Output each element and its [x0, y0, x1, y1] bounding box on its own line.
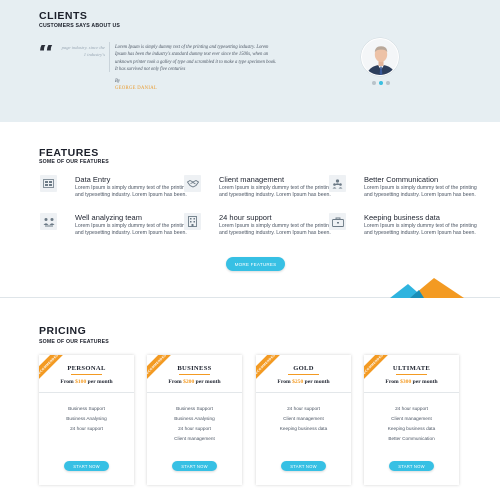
plan-feature: 24 hour support: [287, 406, 320, 411]
feature-title: Keeping business data: [364, 213, 440, 222]
plan-feature: Client management: [283, 416, 324, 421]
start-now-button[interactable]: START NOW: [389, 461, 434, 471]
pricing-title: PRICING: [39, 325, 87, 337]
quote-icon: “: [38, 45, 56, 65]
features-title: FEATURES: [39, 147, 99, 159]
team-icon: [40, 213, 57, 230]
previous-testimonial-fragment: page industry. since the 1 industry's: [61, 45, 105, 58]
plan-price: From $250 per month: [256, 379, 351, 385]
plan-price: From $300 per month: [364, 379, 459, 385]
price-amount: $200: [183, 379, 195, 385]
plan-separator: [364, 392, 459, 393]
carousel-dot-active[interactable]: [379, 81, 383, 85]
plan-feature: Business Analysing: [174, 416, 215, 421]
feature-well-analyzing-team: Well analyzing team Lorem Ipsum is simpl…: [40, 213, 190, 245]
price-period-label: per month: [412, 379, 438, 385]
feature-24-hour-support: 24 hour support Lorem Ipsum is simply du…: [184, 213, 334, 245]
pricing-card-gold: RECOMMENDED GOLD From $250 per month 24 …: [256, 355, 351, 485]
plan-feature: Business Support: [176, 406, 213, 411]
feature-title: Data Entry: [75, 175, 111, 184]
plan-feature: Client management: [391, 416, 432, 421]
feature-description: Lorem Ipsum is simply dummy text of the …: [75, 223, 188, 236]
handshake-icon: [184, 175, 201, 192]
plan-name: GOLD: [293, 365, 314, 372]
feature-description: Lorem Ipsum is simply dummy text of the …: [75, 185, 188, 198]
price-from-label: From: [277, 379, 291, 385]
building-icon: [184, 213, 201, 230]
client-avatar: [361, 38, 399, 76]
plan-feature: Keeping business data: [387, 426, 436, 431]
mountains-decoration-icon: [390, 278, 464, 298]
price-from-label: From: [60, 379, 74, 385]
pricing-subtitle: SOME OF OUR FEATURES: [39, 339, 109, 345]
feature-title: 24 hour support: [219, 213, 272, 222]
price-period-label: per month: [87, 379, 113, 385]
plan-feature: Business Support: [68, 406, 105, 411]
plan-separator: [147, 392, 242, 393]
price-period-label: per month: [195, 379, 221, 385]
pricing-card-business: RECOMMENDED BUSINESS From $200 per month…: [147, 355, 242, 485]
feature-title: Better Communication: [364, 175, 439, 184]
plan-feature: Keeping business data: [279, 426, 328, 431]
pricing-card-ultimate: RECOMMENDED ULTIMATE From $300 per month…: [364, 355, 459, 485]
plan-name: ULTIMATE: [392, 365, 431, 372]
person-portrait-icon: [362, 39, 398, 75]
feature-data-entry: Data Entry Lorem Ipsum is simply dummy t…: [40, 175, 190, 207]
plan-name-underline: [396, 374, 427, 376]
plan-separator: [39, 392, 134, 393]
plan-name: BUSINESS: [177, 365, 212, 372]
start-now-button[interactable]: START NOW: [172, 461, 217, 471]
plan-name: PERSONAL: [67, 365, 106, 372]
start-now-button[interactable]: START NOW: [64, 461, 109, 471]
price-amount: $250: [292, 379, 304, 385]
people-icon: [329, 175, 346, 192]
plan-feature: Business Analysing: [66, 416, 107, 421]
plan-price: From $100 per month: [39, 379, 134, 385]
clients-subtitle: CUSTOMERS SAYS ABOUT US: [39, 23, 121, 29]
plan-feature: Client management: [174, 436, 215, 441]
price-amount: $100: [75, 379, 87, 385]
feature-client-management: Client management Lorem Ipsum is simply …: [184, 175, 334, 207]
price-from-label: From: [385, 379, 399, 385]
testimonial-author: GEORGE DANIAL: [115, 86, 158, 91]
feature-title: Client management: [219, 175, 285, 184]
plan-feature: Better Communication: [388, 436, 435, 441]
quote-divider: [109, 42, 110, 72]
carousel-dot[interactable]: [386, 81, 390, 85]
feature-better-communication: Better Communication Lorem Ipsum is simp…: [329, 175, 479, 207]
feature-description: Lorem Ipsum is simply dummy text of the …: [219, 185, 332, 198]
feature-description: Lorem Ipsum is simply dummy text of the …: [364, 223, 477, 236]
testimonial-text: Lorem Ipsum is simply dummy text of the …: [115, 45, 277, 72]
plan-feature: 24 hour support: [395, 406, 428, 411]
plan-price: From $200 per month: [147, 379, 242, 385]
more-features-button[interactable]: MORE FEATURES: [226, 257, 285, 271]
price-from-label: From: [168, 379, 182, 385]
plan-feature: 24 hour support: [178, 426, 211, 431]
clients-title: CLIENTS: [39, 10, 88, 22]
plan-name-underline: [288, 374, 319, 376]
feature-description: Lorem Ipsum is simply dummy text of the …: [364, 185, 477, 198]
plan-separator: [256, 392, 351, 393]
database-icon: [40, 175, 57, 192]
feature-keeping-business-data: Keeping business data Lorem Ipsum is sim…: [329, 213, 479, 245]
carousel-dots: [372, 81, 390, 85]
price-period-label: per month: [304, 379, 330, 385]
briefcase-icon: [329, 213, 346, 230]
pricing-card-personal: RECOMMENDED PERSONAL From $100 per month…: [39, 355, 134, 485]
plan-name-underline: [71, 374, 102, 376]
carousel-dot[interactable]: [372, 81, 376, 85]
feature-title: Well analyzing team: [75, 213, 142, 222]
start-now-button[interactable]: START NOW: [281, 461, 326, 471]
feature-description: Lorem Ipsum is simply dummy text of the …: [219, 223, 332, 236]
plan-feature: 24 hour support: [70, 426, 103, 431]
testimonial-by-label: By: [115, 79, 120, 84]
clients-section: CLIENTS CUSTOMERS SAYS ABOUT US “ page i…: [0, 0, 500, 122]
features-subtitle: SOME OF OUR FEATURES: [39, 159, 109, 165]
plan-name-underline: [179, 374, 210, 376]
price-amount: $300: [400, 379, 412, 385]
